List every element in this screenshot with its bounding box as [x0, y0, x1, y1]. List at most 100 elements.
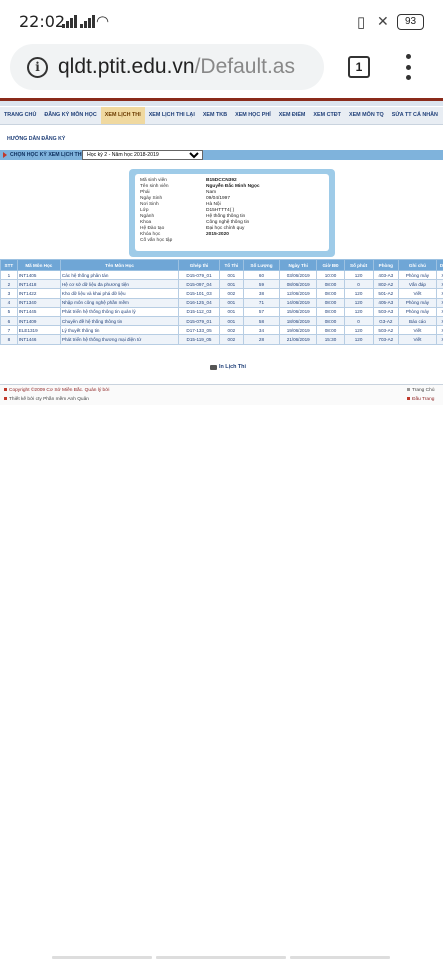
footer-top-link[interactable]: Đầu Trang: [407, 397, 434, 402]
student-info-key: Mã sinh viên: [140, 178, 167, 183]
bullet-icon: [4, 388, 7, 392]
print-schedule-button[interactable]: In Lịch Thi: [210, 364, 246, 370]
table-cell: Phòng máy: [398, 297, 437, 308]
guide-link[interactable]: HƯỚNG DẪN ĐĂNG KÝ: [7, 136, 65, 142]
column-header: Ngày Thi: [279, 259, 318, 271]
table-cell: 8: [0, 334, 18, 345]
nav-item[interactable]: SỬA TT CÁ NHÂN: [388, 107, 442, 124]
column-header: Ghép thi: [178, 259, 220, 271]
student-info-key: Khóa học: [140, 232, 161, 237]
table-cell: ELE1319: [16, 325, 61, 336]
table-cell: 001: [218, 306, 244, 317]
nav-item[interactable]: XEM LỊCH THI: [100, 107, 145, 124]
table-cell: X: [435, 279, 443, 290]
header-band: [0, 101, 443, 106]
student-info-key: Hệ Đào tạo: [140, 226, 165, 231]
column-header: Ghi chú: [398, 259, 437, 271]
student-info-key: Lớp: [140, 208, 149, 213]
student-info-value: Nam: [206, 190, 217, 195]
column-header: Phòng: [372, 259, 400, 271]
nav-item[interactable]: XEM TKB: [199, 107, 231, 124]
table-cell: Vấn đáp: [398, 279, 437, 290]
table-cell: 58: [242, 315, 281, 327]
student-info-value: Đại học chính quy: [206, 226, 245, 231]
table-cell: 503-A2: [372, 325, 400, 336]
scroll-hint: [0, 955, 443, 960]
table-body: 1 INT1405 Các hệ thống phân tán D15-079_01 0…: [0, 269, 443, 345]
column-header: DT: [435, 259, 443, 271]
scroll-segment: [156, 956, 286, 959]
table-cell: Kho dữ liệu và khai phá dữ liệu: [59, 288, 180, 299]
nav-item[interactable]: XEM HỌC PHÍ: [231, 107, 275, 124]
student-info-panel: Mã sinh viên B15DCCN392 Tên sinh viên Nguyễ…: [135, 174, 329, 251]
designer-text: Thiết kế bởi cty Phần mềm Anh Quân: [9, 397, 89, 402]
student-info-value: Nguyễn Đắc Minh Ngọc: [206, 184, 260, 189]
semester-select[interactable]: Học kỳ 2 - Năm học 2018-2019: [82, 150, 203, 160]
table-cell: 403-A3: [372, 269, 400, 281]
url-text[interactable]: qldt.ptit.edu.vn/Default.as: [58, 55, 320, 79]
nav-item[interactable]: XEM LỊCH THI LẠI: [145, 107, 199, 124]
student-info-row: Cố vấn học tập: [140, 238, 326, 244]
nav-item[interactable]: XEM CTĐT: [309, 107, 345, 124]
table-cell: Phòng máy: [398, 269, 437, 281]
table-cell: 703-A2: [372, 334, 400, 345]
table-cell: 19/06/2019: [279, 325, 318, 336]
table-cell: X: [435, 315, 443, 327]
column-header: Số Lượng: [242, 259, 281, 271]
table-cell: 0: [343, 279, 374, 290]
table-header-row: STT Mã Môn Học Tên Môn Học Ghép thi Tổ Thi Số…: [0, 259, 443, 271]
table-row: 1 INT1405 Các hệ thống phân tán D15-079_01 0…: [0, 269, 443, 281]
table-cell: Lý thuyết thông tin: [59, 325, 180, 336]
student-info-row: Mã sinh viên B15DCCN392: [140, 178, 326, 184]
table-cell: D15-079_01: [178, 269, 220, 281]
table-cell: 57: [242, 306, 281, 317]
wifi-icon: ◠: [96, 13, 110, 30]
table-cell: 120: [343, 297, 374, 308]
table-cell: 002: [218, 334, 244, 345]
student-info-value: 09/04/1997: [206, 196, 231, 201]
student-info-value: Hà Nội: [206, 202, 221, 207]
student-info-card: Mã sinh viên B15DCCN392 Tên sinh viên Nguyễ…: [129, 169, 335, 257]
table-row: 6 INT1409 Chuyên đề hệ thống thông tin D15-…: [0, 315, 443, 327]
nav-item[interactable]: XEM MÔN TQ: [345, 107, 388, 124]
tab-switcher-button[interactable]: 1: [348, 56, 370, 78]
status-bar: 22:02 ◠ ▯ ✕ 93: [0, 0, 443, 42]
table-cell: 08:00: [316, 288, 345, 299]
address-bar[interactable]: i qldt.ptit.edu.vn/Default.as: [10, 44, 324, 90]
table-cell: 08:00: [316, 297, 345, 308]
table-cell: X: [435, 297, 443, 308]
bullet-icon: [4, 397, 7, 401]
table-cell: INT1446: [16, 334, 61, 345]
table-cell: X: [435, 269, 443, 281]
table-cell: 08:00: [316, 325, 345, 336]
bullet-icon: [407, 397, 410, 401]
table-cell: 120: [343, 288, 374, 299]
table-cell: 120: [343, 334, 374, 345]
table-cell: X: [435, 325, 443, 336]
footer-home-link[interactable]: Trang Chủ: [407, 388, 435, 393]
footer-designer: Thiết kế bởi cty Phần mềm Anh Quân: [4, 397, 89, 402]
table-cell: 120: [343, 325, 374, 336]
student-info-value: B15DCCN392: [206, 178, 237, 183]
nav-item[interactable]: ĐĂNG KÝ MÔN HỌC: [40, 107, 100, 124]
student-info-value: 2015-2020: [206, 232, 229, 237]
nav-item[interactable]: TRANG CHỦ: [0, 107, 40, 124]
student-info-row: Tên sinh viên Nguyễn Đắc Minh Ngọc: [140, 184, 326, 190]
student-info-key: Tên sinh viên: [140, 184, 169, 189]
nav-item[interactable]: XEM ĐIỂM: [275, 107, 310, 124]
table-cell: 38: [242, 288, 281, 299]
info-icon[interactable]: i: [27, 57, 48, 78]
student-info-row: Ngày Sinh 09/04/1997: [140, 196, 326, 202]
bullet-icon: [407, 388, 410, 392]
table-cell: Hệ cơ sở dữ liệu đa phương tiện: [59, 279, 180, 290]
table-row: 4 INT1340 Nhập môn công nghệ phần mềm D16-1…: [0, 297, 443, 308]
more-menu-icon[interactable]: [405, 54, 411, 80]
table-cell: 002: [218, 325, 244, 336]
table-cell: INT1445: [16, 306, 61, 317]
scroll-segment: [52, 956, 152, 959]
table-cell: 7: [0, 325, 18, 336]
clock: 22:02: [19, 12, 66, 31]
footer: Copyright ©2009 Cơ Sở Miền Bắc. Quản lý …: [0, 384, 443, 405]
browser-toolbar: i qldt.ptit.edu.vn/Default.as 1: [0, 42, 443, 94]
column-header: Mã Môn Học: [16, 259, 61, 271]
